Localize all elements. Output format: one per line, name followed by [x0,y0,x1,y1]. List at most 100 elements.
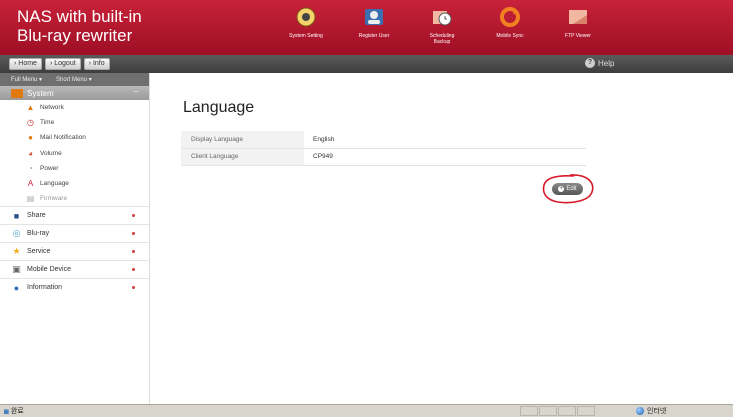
tab-full-menu[interactable]: Full Menu ▾ [11,76,42,83]
sidebar-item-label: Mobile Device [27,266,71,274]
language-settings-table: Display Language English Client Language… [181,131,586,166]
logout-button[interactable]: › Logout [44,58,81,70]
star-icon: ★ [12,246,21,257]
status-left: ◙ 완료 [4,406,24,416]
row-label: Display Language [181,131,304,149]
nav-label: System Setting [289,33,323,39]
status-text: 완료 [10,408,24,415]
main-content: Language Display Language English Client… [151,73,733,404]
sidebar-item-language[interactable]: A Language [0,176,149,191]
language-icon: A [27,179,34,189]
globe-icon [636,407,644,415]
clock-icon: ◷ [27,118,34,128]
sidebar-item-label: Blu-ray [27,230,50,238]
expand-dot-icon [132,286,135,290]
sidebar-item-service[interactable]: ★ Service [0,242,149,260]
mail-icon: ● [28,133,33,143]
home-button[interactable]: › Home [9,58,42,70]
info-label: Info [92,60,105,67]
clock-folder-icon [430,5,454,29]
logout-label: Logout [54,60,76,67]
status-zone: 인터넷 [636,406,666,416]
toolbar-buttons: › Home › Logout › Info [9,58,110,70]
brand-line-2: Blu-ray rewriter [17,26,133,45]
network-icon: ▲ [26,103,35,113]
sidebar-item-network[interactable]: ▲ Network [0,100,149,115]
table-row: Client Language CP949 [181,148,586,166]
sidebar-item-label: Information [27,284,63,292]
firmware-icon: ▤ [26,194,35,204]
nav-register-user[interactable]: Register User [340,3,408,53]
status-panel [558,406,576,416]
sidebar-item-information[interactable]: ● Information [0,278,149,296]
system-label: System [27,88,54,98]
system-icon [11,88,23,98]
row-label: Client Language [181,148,304,166]
nav-label: FTP Viewer [565,33,591,39]
nav-label: Scheduling Backup [429,33,455,45]
volume-icon: ◕ [28,148,33,158]
nav-system-setting[interactable]: System Setting [272,3,340,53]
user-icon [362,5,386,29]
sidebar-item-label: Share [27,212,46,220]
disc-icon: ◎ [12,228,21,239]
expand-dot-icon [132,232,135,236]
sidebar-item-mobile-device[interactable]: ▣ Mobile Device [0,260,149,278]
help-link[interactable]: ? Help [585,58,614,68]
sidebar-item-firmware[interactable]: ▤ Firmware [0,191,149,206]
sidebar-item-label: Network [40,104,64,112]
nav-mobile-sync[interactable]: Mobile Sync [476,3,544,53]
power-icon: ◔ [28,163,33,173]
share-icon: ■ [13,210,20,221]
page-title: Language [183,99,255,116]
annotation-circle [542,174,594,204]
expand-dot-icon [132,214,135,218]
sidebar-item-power[interactable]: ◔ Power [0,161,149,176]
info-button[interactable]: › Info [83,58,110,70]
sidebar-item-label: Mail Notification [40,134,86,142]
sidebar-item-label: Time [40,119,55,127]
info-icon: ● [13,282,20,293]
nav-scheduling-backup[interactable]: Scheduling Backup [408,3,476,53]
sidebar-item-share[interactable]: ■ Share [0,206,149,224]
brand-title: NAS with built-in Blu-ray rewriter [17,7,142,45]
nav-label: Mobile Sync [496,33,524,39]
sidebar-item-time[interactable]: ◷ Time [0,115,149,130]
page-icon: ◙ [4,406,9,416]
sidebar-item-mail-notification[interactable]: ● Mail Notification [0,130,149,145]
sidebar-item-label: Service [27,248,51,256]
sidebar-section-system[interactable]: System – [0,86,149,100]
sidebar-item-volume[interactable]: ◕ Volume [0,146,149,161]
folder-icon [566,5,590,29]
browser-status-bar: ◙ 완료 인터넷 [0,404,733,417]
row-value: English [304,131,586,149]
status-panels [520,406,595,416]
sidebar-item-label: Language [40,180,69,188]
tab-short-menu[interactable]: Short Menu ▾ [56,76,92,83]
zone-text: 인터넷 [647,408,667,415]
menu-tabs: Full Menu ▾ Short Menu ▾ [0,73,149,86]
status-panel [577,406,595,416]
sidebar-item-blu-ray[interactable]: ◎ Blu-ray [0,224,149,242]
top-nav: System Setting Register User Scheduling … [272,3,612,53]
sidebar-item-label: Firmware [40,195,68,203]
nav-label: Register User [358,33,390,39]
sidebar: Full Menu ▾ Short Menu ▾ System – ▲ Netw… [0,73,150,404]
toolbar: › Home › Logout › Info ? Help [0,55,733,73]
help-icon: ? [585,58,595,68]
table-row: Display Language English [181,131,586,149]
gear-icon [294,5,318,29]
status-panel [520,406,538,416]
sidebar-item-label: Power [40,164,59,172]
home-label: Home [18,60,37,67]
expand-dot-icon [132,268,135,272]
brand-line-1: NAS with built-in [17,7,142,26]
app-header: NAS with built-in Blu-ray rewriter Syste… [0,0,733,55]
collapse-icon: – [134,88,138,95]
row-value: CP949 [304,148,586,166]
sync-icon [498,5,522,29]
help-label: Help [598,58,615,68]
expand-dot-icon [132,250,135,254]
sidebar-item-label: Volume [40,149,62,157]
nav-ftp-viewer[interactable]: FTP Viewer [544,3,612,53]
